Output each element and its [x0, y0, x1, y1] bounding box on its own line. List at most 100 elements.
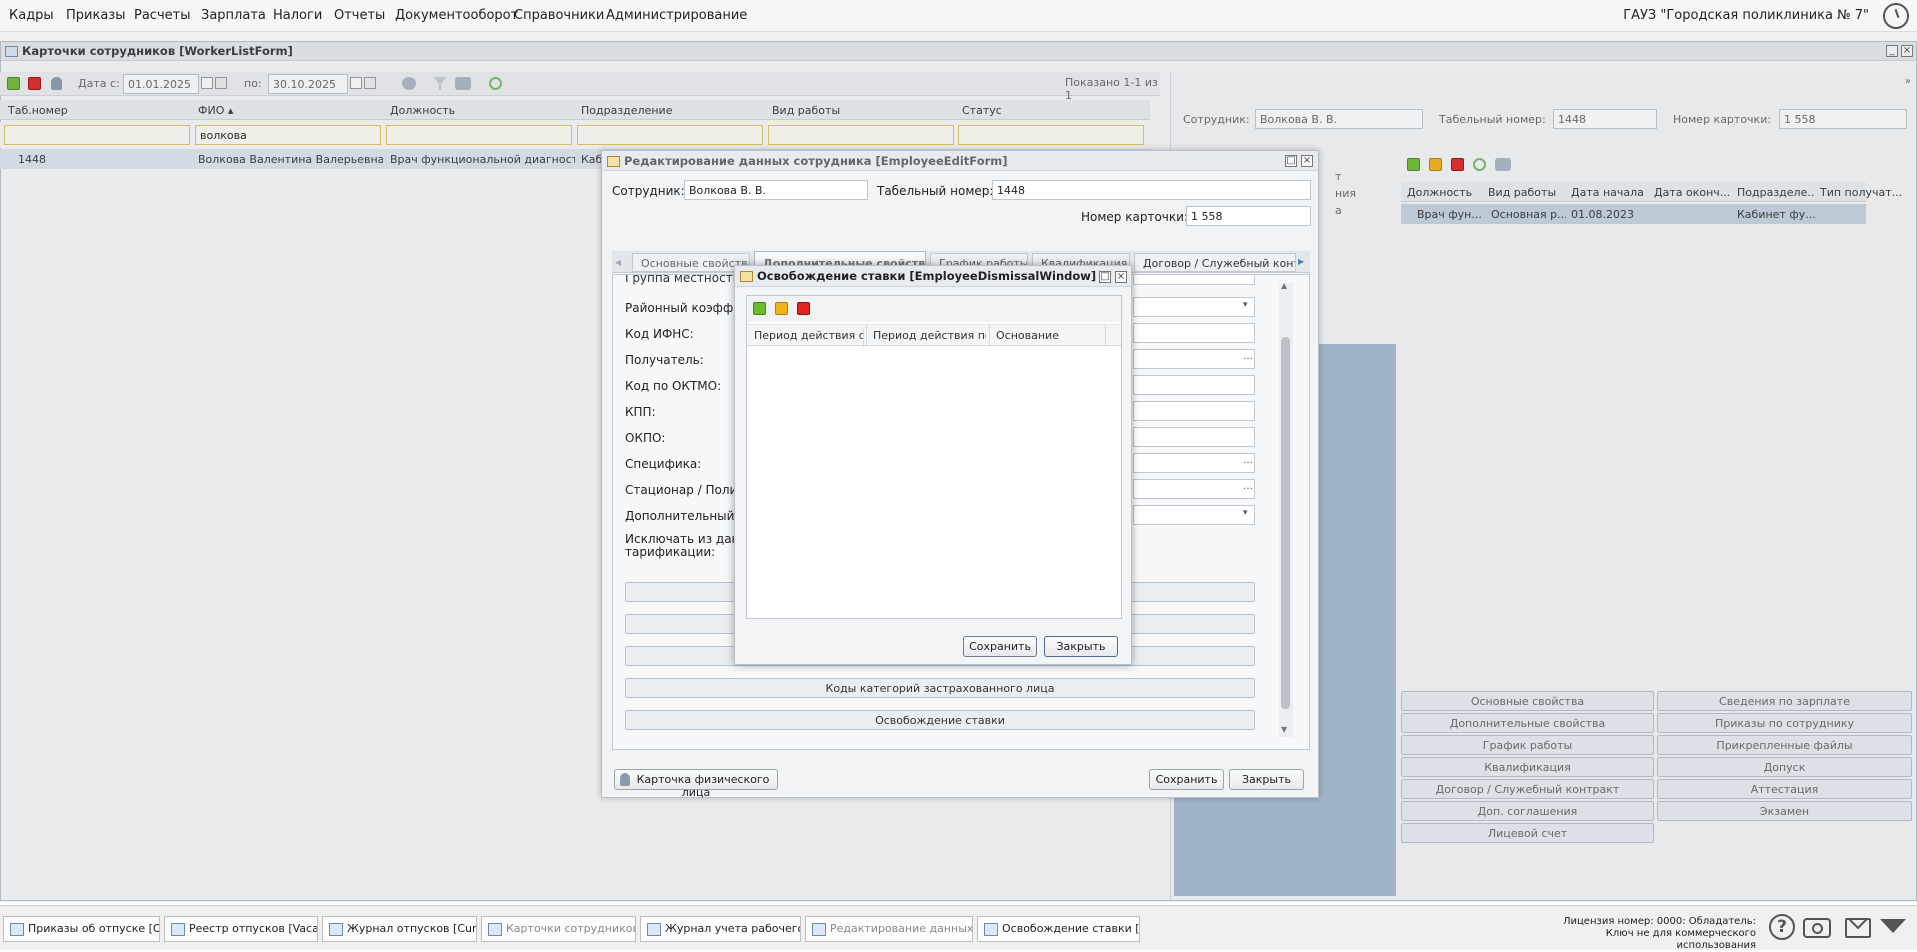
field-label-additional: Дополнительный п	[625, 509, 747, 523]
oktmo-input[interactable]	[1133, 375, 1255, 395]
mail-icon[interactable]	[1845, 918, 1871, 938]
field-label-district-coef: Районный коэффи	[625, 301, 742, 315]
menu-zarplata[interactable]: Зарплата	[201, 8, 266, 23]
card-number-input[interactable]: 1 558	[1186, 206, 1311, 226]
rate-release-dialog: Освобождение ставки [EmployeeDismissalWi…	[734, 265, 1132, 665]
save-button[interactable]: Сохранить	[963, 636, 1037, 657]
menu-kadry[interactable]: Кадры	[9, 8, 54, 23]
rate-release-titlebar: Освобождение ставки [EmployeeDismissalWi…	[735, 266, 1131, 287]
taskbar-item[interactable]: Журнал отпусков [Curr...	[322, 916, 477, 942]
employee-edit-title: Редактирование данных сотрудника [Employ…	[624, 154, 1008, 168]
specifics-input[interactable]	[1133, 453, 1255, 473]
main-menubar: Кадры Приказы Расчеты Зарплата Налоги От…	[0, 0, 1917, 32]
tab-scroll-right-icon[interactable]: ▸	[1298, 254, 1304, 268]
tab-contract[interactable]: Договор / Служебный контра	[1134, 253, 1296, 272]
column-divider	[866, 325, 867, 347]
maximize-icon[interactable]: □	[1099, 271, 1111, 283]
lookup-ellipsis-icon[interactable]: …	[1243, 481, 1253, 492]
card-number-label: Номер карточки:	[1081, 210, 1188, 224]
tab-basic-properties[interactable]: Основные свойства	[632, 253, 750, 272]
license-info: Лицензия номер: 0000: Обладатель: Ключ н…	[1530, 916, 1756, 952]
col-period-to[interactable]: Период действия по	[873, 329, 986, 342]
menu-dokumentooborot[interactable]: Документооборот	[395, 8, 518, 23]
field-label-recipient: Получатель:	[625, 353, 704, 367]
taskbar-item[interactable]: Освобождение ставки [E...	[977, 916, 1140, 942]
person-card-button[interactable]: Карточка физического лица	[614, 769, 778, 799]
close-icon[interactable]: ×	[1301, 155, 1313, 167]
field-label-hospital: Стационар / Полик	[625, 483, 745, 497]
license-line: Лицензия номер: 0000: Обладатель:	[1562, 916, 1756, 927]
col-period-from[interactable]: Период действия с	[754, 329, 864, 347]
additional-select[interactable]	[1133, 505, 1255, 525]
add-icon[interactable]	[753, 302, 766, 315]
okpo-input[interactable]	[1133, 427, 1255, 447]
lookup-ellipsis-icon[interactable]: …	[1243, 351, 1253, 362]
chevron-down-icon[interactable]: ▾	[1243, 300, 1248, 310]
scrollbar-thumb[interactable]	[1281, 337, 1290, 709]
kpp-input[interactable]	[1133, 401, 1255, 421]
taskbar-item[interactable]: Реестр отпусков [Vacat...	[164, 916, 318, 942]
locality-group-input[interactable]	[1133, 275, 1255, 285]
menu-raschety[interactable]: Расчеты	[134, 8, 190, 23]
field-label-oktmo: Код по ОКТМО:	[625, 379, 722, 393]
clock-icon[interactable]	[1883, 3, 1909, 29]
menu-prikazy[interactable]: Приказы	[66, 8, 125, 23]
expand-down-icon[interactable]	[1880, 919, 1906, 933]
field-label-okpo: ОКПО:	[625, 431, 666, 445]
camera-lens	[1812, 923, 1823, 934]
edit-icon[interactable]	[775, 302, 788, 315]
lookup-ellipsis-icon[interactable]: …	[1243, 455, 1253, 466]
delete-icon[interactable]	[797, 302, 810, 315]
person-icon	[620, 773, 630, 786]
district-coef-select[interactable]	[1133, 297, 1255, 317]
mail-flap	[1847, 920, 1869, 930]
employee-input[interactable]: Волкова В. В.	[684, 180, 868, 200]
tab-number-input[interactable]: 1448	[992, 180, 1311, 200]
close-button[interactable]: Закрыть	[1044, 636, 1118, 657]
taskbar-item[interactable]: Приказы об отпуске [Or...	[3, 916, 160, 942]
field-label-exclude-tariff: Исключать из данн тарификации:	[625, 532, 748, 559]
rate-release-button[interactable]: Освобождение ставки	[625, 710, 1255, 730]
edit-window-icon	[740, 271, 753, 282]
menu-administrirovanie[interactable]: Администрирование	[606, 8, 747, 23]
close-button[interactable]: Закрыть	[1229, 769, 1304, 790]
help-icon[interactable]: ?	[1769, 914, 1795, 940]
person-card-label: Карточка физического лица	[636, 773, 770, 799]
ifns-input[interactable]	[1133, 323, 1255, 343]
field-label-locality-group: Группа местности:	[625, 274, 745, 285]
employee-edit-titlebar: Редактирование данных сотрудника [Employ…	[602, 151, 1318, 171]
tab-scroll-left-icon[interactable]: ◂	[615, 255, 621, 269]
close-icon[interactable]: ×	[1115, 271, 1127, 283]
menu-nalogi[interactable]: Налоги	[273, 8, 322, 23]
camera-icon[interactable]	[1803, 918, 1831, 938]
menu-spravochniki[interactable]: Справочники	[514, 8, 604, 23]
maximize-icon[interactable]: □	[1285, 155, 1297, 167]
taskbar-item[interactable]: Карточки сотрудников [...	[481, 916, 636, 942]
tab-number-label: Табельный номер:	[877, 184, 994, 198]
organization-name: ГАУЗ "Городская поликлиника № 7"	[1623, 8, 1869, 23]
field-label-kpp: КПП:	[625, 405, 656, 419]
save-button[interactable]: Сохранить	[1149, 769, 1224, 790]
scrollbar[interactable]: ▲ ▼	[1279, 281, 1293, 737]
column-divider	[1105, 325, 1106, 347]
scroll-up-icon[interactable]: ▲	[1281, 281, 1287, 290]
column-divider	[989, 325, 990, 347]
recipient-input[interactable]	[1133, 349, 1255, 369]
scroll-down-icon[interactable]: ▼	[1281, 725, 1287, 734]
chevron-down-icon[interactable]: ▾	[1243, 508, 1248, 518]
field-label-specifics: Специфика:	[625, 457, 702, 471]
menu-otchety[interactable]: Отчеты	[334, 8, 385, 23]
rate-release-title: Освобождение ставки [EmployeeDismissalWi…	[757, 269, 1097, 283]
col-basis[interactable]: Основание	[996, 329, 1096, 342]
field-label-ifns: Код ИФНС:	[625, 327, 694, 341]
taskbar-item[interactable]: Журнал учета рабочего ...	[640, 916, 801, 942]
rate-release-grid: Период действия с Период действия по Осн…	[746, 295, 1122, 619]
taskbar-item[interactable]: Редактирование данных ...	[805, 916, 973, 942]
grid-toolbar	[747, 296, 1121, 322]
hospital-input[interactable]	[1133, 479, 1255, 499]
edit-window-icon	[607, 156, 620, 167]
employee-label: Сотрудник:	[612, 184, 685, 198]
license-line: Ключ не для коммерческого использования	[1605, 928, 1756, 951]
grid-header: Период действия с Период действия по Осн…	[747, 324, 1121, 347]
insured-categories-button[interactable]: Коды категорий застрахованного лица	[625, 678, 1255, 698]
